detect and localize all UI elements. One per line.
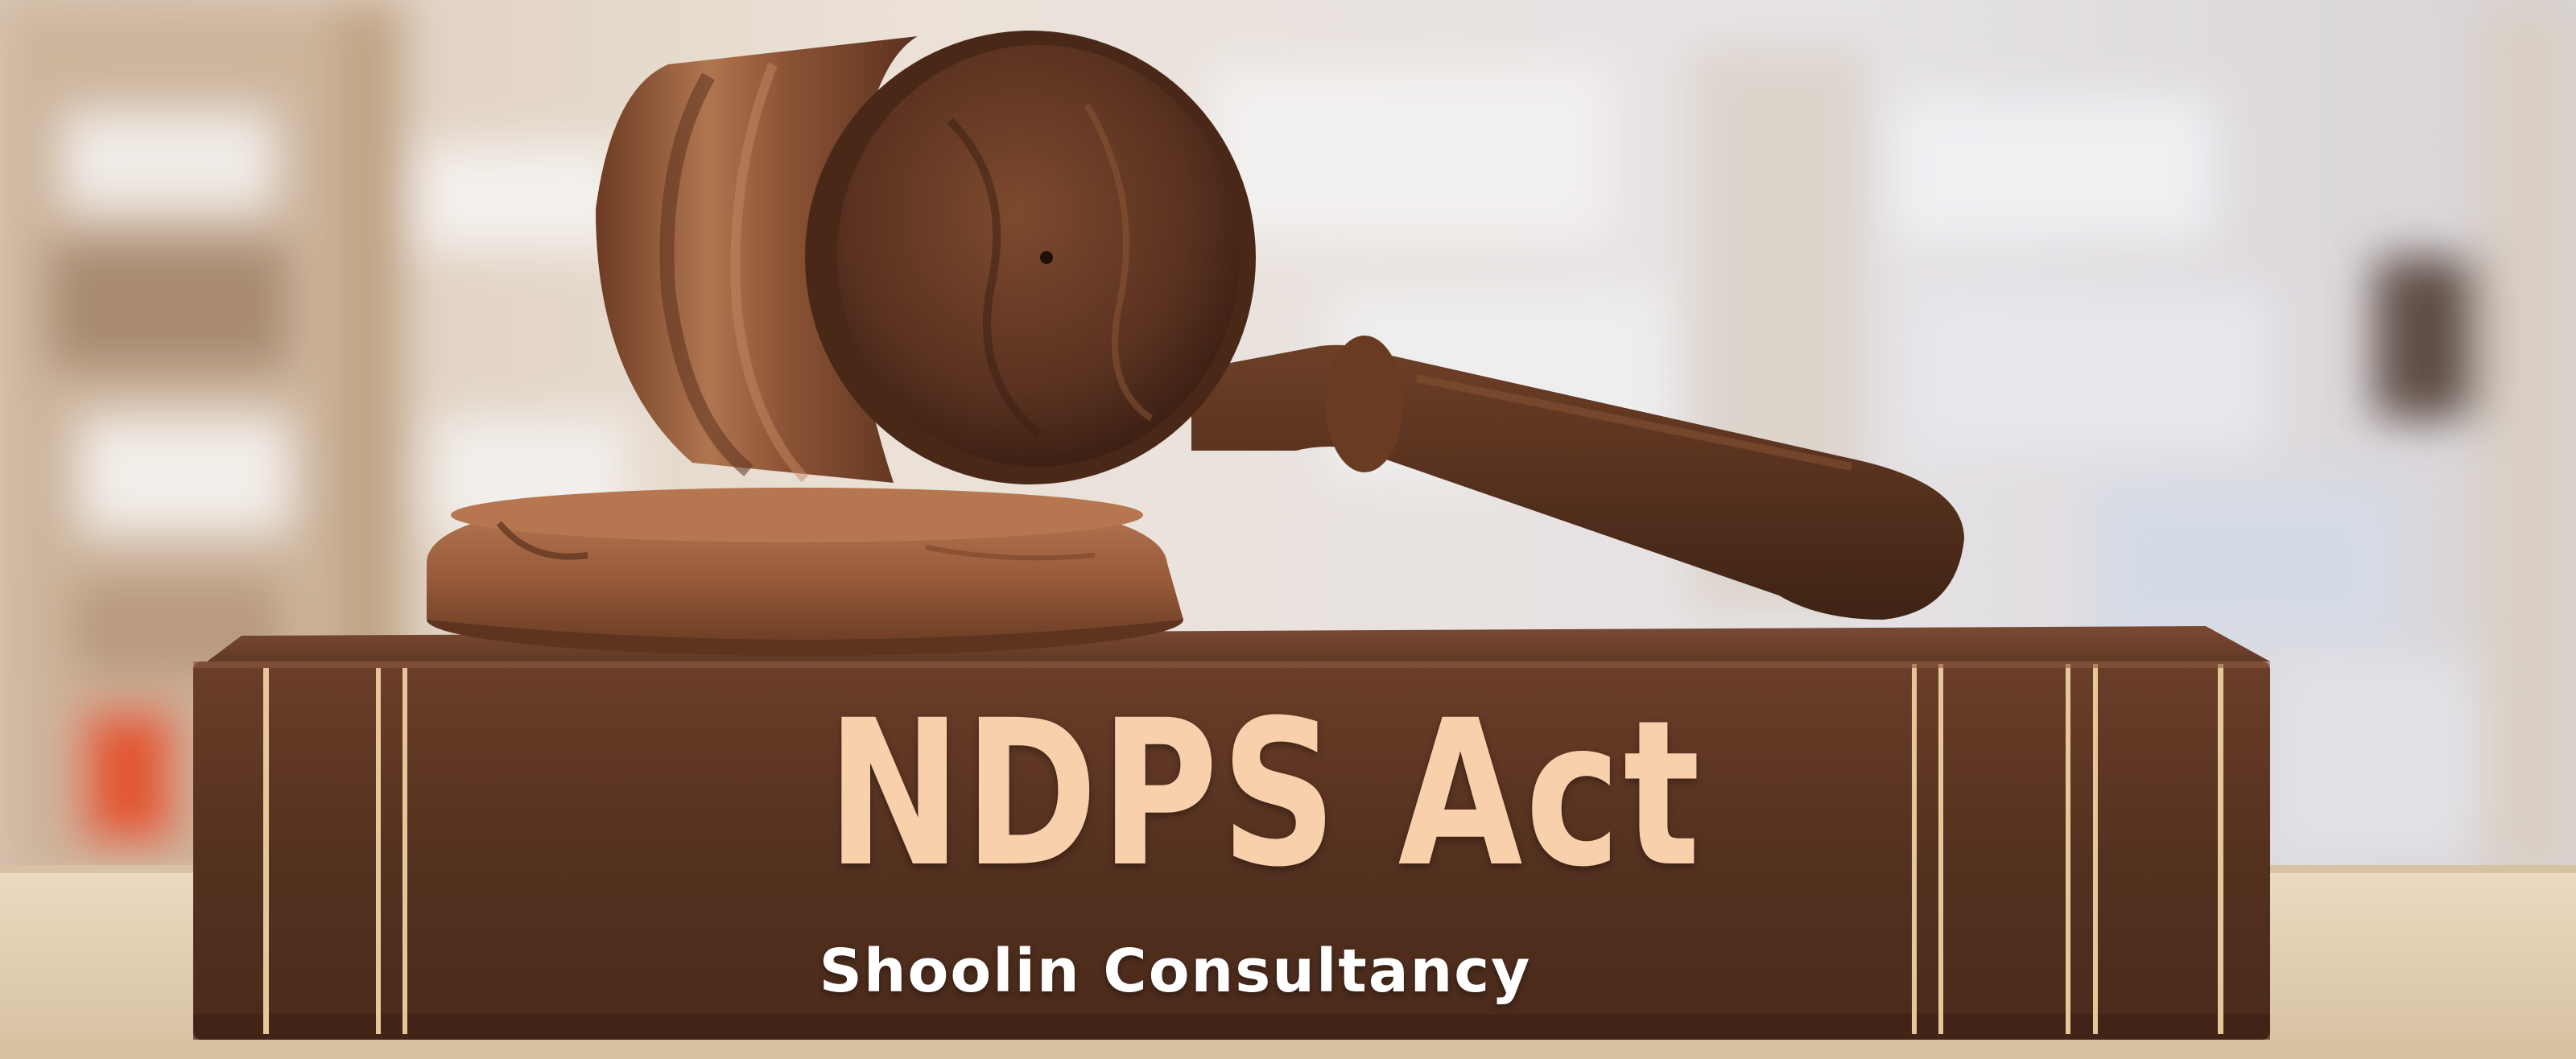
banner-scene: NDPS Act Shoolin Consultancy [0,0,2576,1059]
brand-name: Shoolin Consultancy [819,937,1532,1006]
page-title: NDPS Act [827,677,1703,911]
sound-block [427,488,1183,656]
